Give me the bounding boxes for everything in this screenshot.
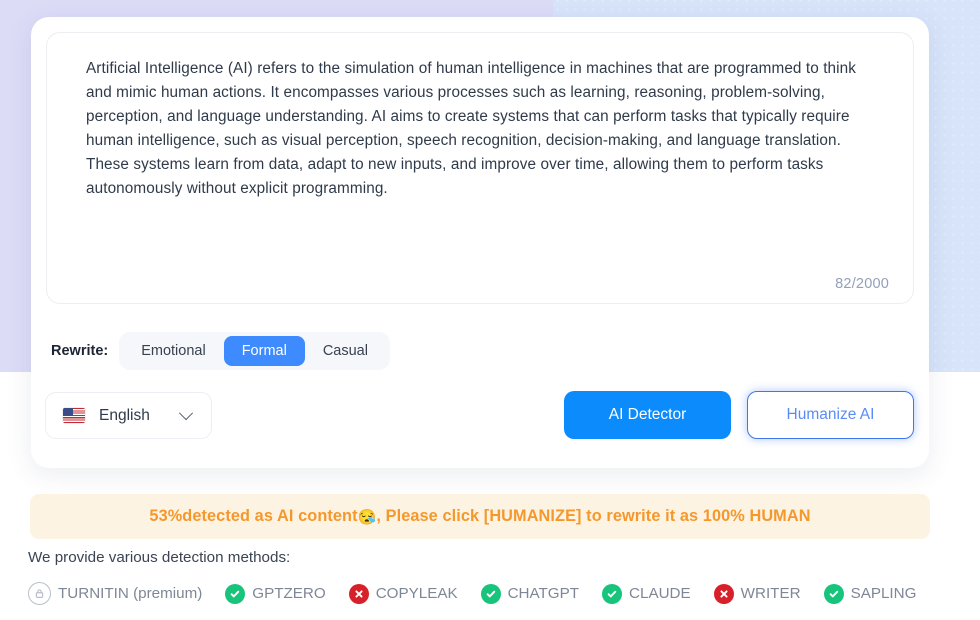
rewrite-tone-group: Emotional Formal Casual: [119, 332, 390, 370]
detection-result-suffix: , Please click [HUMANIZE] to rewrite it …: [376, 507, 811, 525]
language-selector[interactable]: English: [45, 392, 212, 439]
detection-methods-row: TURNITIN (premium) GPTZERO COPYLEAK CHAT…: [28, 582, 939, 605]
method-gptzero[interactable]: GPTZERO: [225, 583, 326, 604]
method-turnitin[interactable]: TURNITIN (premium): [28, 582, 202, 605]
language-selected-label: English: [99, 406, 150, 424]
method-claude[interactable]: CLAUDE: [602, 583, 691, 604]
x-circle-icon: [713, 583, 734, 604]
method-label: CHATGPT: [507, 585, 580, 602]
rewrite-option-casual[interactable]: Casual: [305, 336, 386, 366]
method-label: COPYLEAK: [375, 585, 458, 602]
method-label: GPTZERO: [252, 585, 326, 602]
detection-result-banner: 53%detected as AI content😪, Please click…: [30, 494, 930, 539]
x-circle-icon: [348, 583, 369, 604]
method-sapling[interactable]: SAPLING: [823, 583, 917, 604]
check-circle-icon: [602, 583, 623, 604]
method-copyleak[interactable]: COPYLEAK: [348, 583, 458, 604]
rewrite-label: Rewrite:: [51, 343, 109, 359]
detection-result-prefix: 53%detected as AI content: [149, 507, 358, 525]
method-chatgpt[interactable]: CHATGPT: [480, 583, 580, 604]
check-circle-icon: [480, 583, 501, 604]
main-card: Artificial Intelligence (AI) refers to t…: [31, 17, 929, 468]
method-label: WRITER: [740, 585, 801, 602]
method-label: TURNITIN (premium): [58, 585, 203, 602]
editor-content[interactable]: Artificial Intelligence (AI) refers to t…: [86, 57, 881, 201]
tired-face-emoji: 😪: [357, 509, 377, 526]
rewrite-options-row: Rewrite: Emotional Formal Casual: [51, 328, 390, 374]
character-counter: 82/2000: [835, 276, 889, 292]
rewrite-option-formal[interactable]: Formal: [223, 336, 305, 366]
ai-detector-button[interactable]: AI Detector: [564, 391, 731, 439]
lock-circle-icon: [28, 582, 51, 605]
us-flag-icon: [63, 408, 85, 423]
humanize-ai-button[interactable]: Humanize AI: [747, 391, 914, 439]
check-circle-icon: [823, 583, 844, 604]
chevron-down-icon: [178, 405, 194, 420]
detection-result-text: 53%detected as AI content😪, Please click…: [149, 507, 810, 526]
rewrite-option-emotional[interactable]: Emotional: [123, 336, 223, 366]
method-label: SAPLING: [850, 585, 917, 602]
check-circle-icon: [225, 583, 246, 604]
text-editor[interactable]: Artificial Intelligence (AI) refers to t…: [46, 32, 914, 304]
method-writer[interactable]: WRITER: [713, 583, 801, 604]
detection-methods-caption: We provide various detection methods:: [28, 549, 291, 566]
method-label: CLAUDE: [629, 585, 691, 602]
